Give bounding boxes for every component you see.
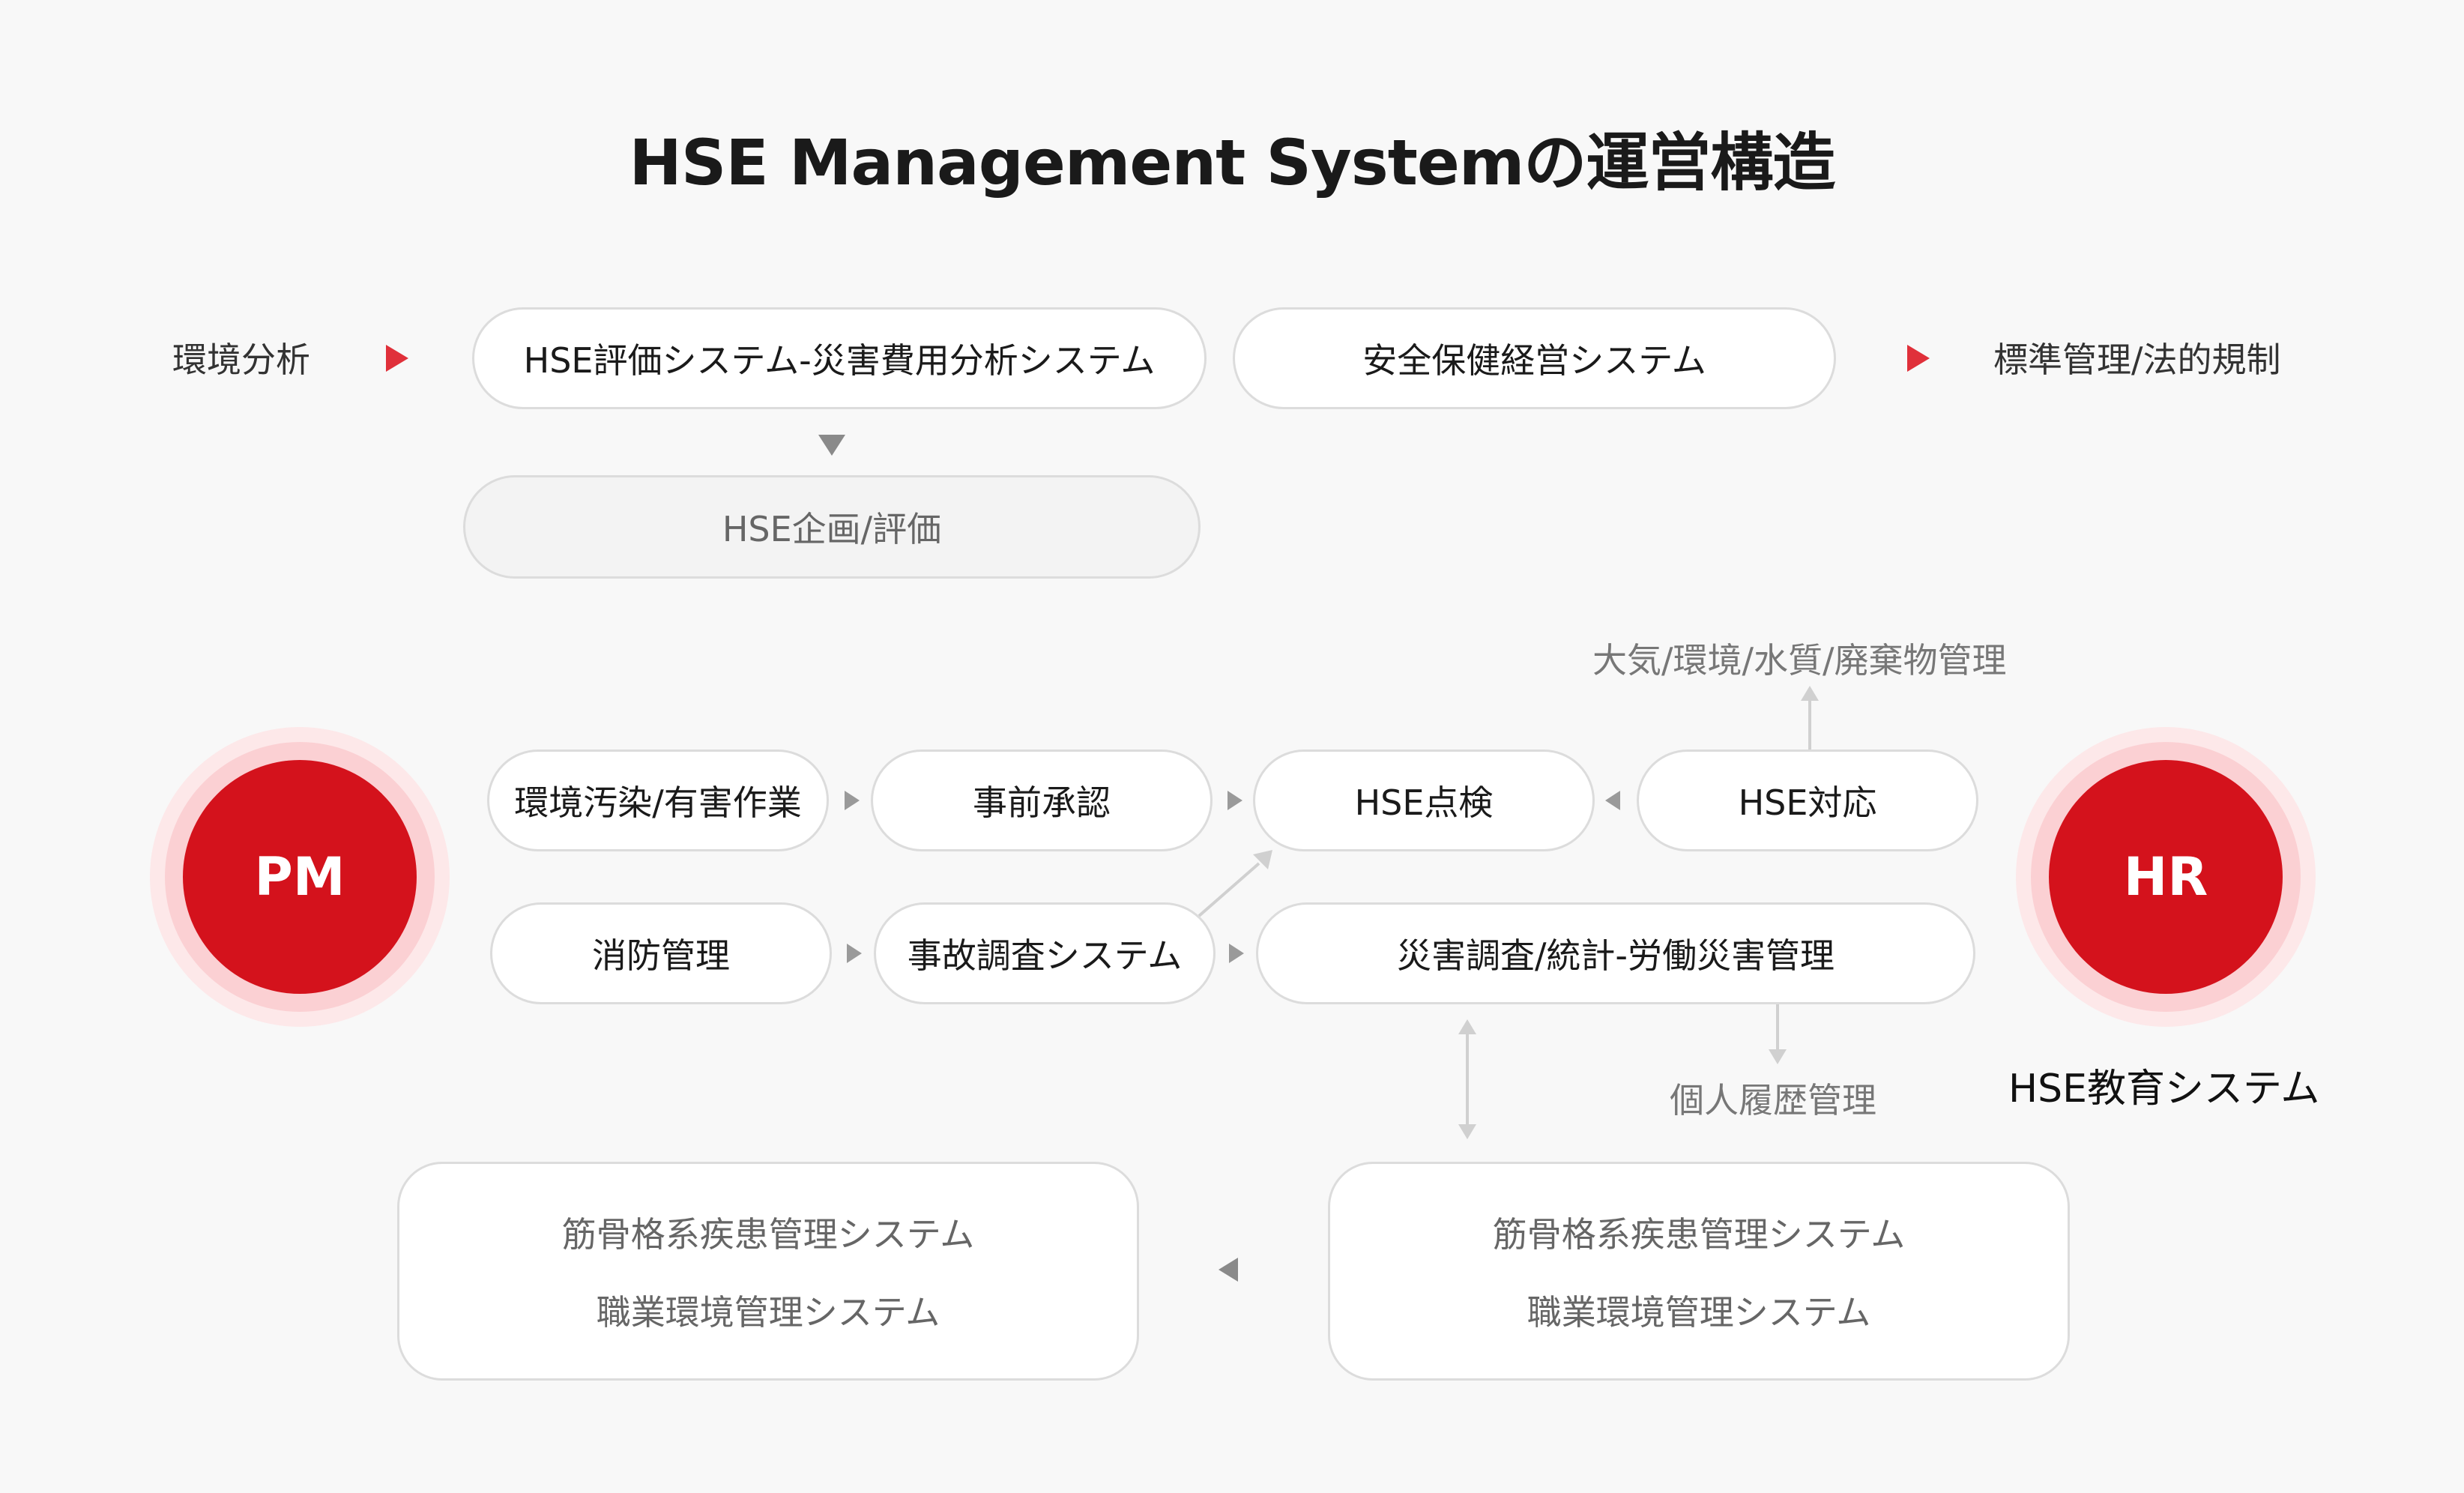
hr-label: HR xyxy=(2123,846,2208,908)
pm-label: PM xyxy=(254,846,345,908)
musculoskeletal-system-label: 筋骨格系疾患管理システム xyxy=(1492,1214,1906,1255)
arrow-left-icon xyxy=(1219,1258,1238,1282)
arrow-left-icon xyxy=(1605,791,1620,810)
pm-circle: PM xyxy=(150,727,450,1027)
hr-circle: HR xyxy=(2016,727,2316,1027)
left-occupational-box[interactable]: 筋骨格系疾患管理システム 職業環境管理システム xyxy=(397,1162,1139,1381)
arrow-right-icon xyxy=(1229,944,1244,963)
arrow-right-icon xyxy=(1228,791,1242,810)
personal-history-label: 個人履歴管理 xyxy=(1670,1080,1876,1120)
hse-education-system-label: HSE教育システム xyxy=(2008,1067,2320,1112)
occupational-environment-label: 職業環境管理システム xyxy=(1527,1292,1871,1333)
prior-approval-pill[interactable]: 事前承認 xyxy=(871,749,1213,851)
right-occupational-box[interactable]: 筋骨格系疾患管理システム 職業環境管理システム xyxy=(1328,1162,2070,1381)
arrow-right-icon xyxy=(845,791,860,810)
musculoskeletal-system-label: 筋骨格系疾患管理システム xyxy=(561,1214,975,1255)
arrow-right-icon xyxy=(847,944,862,963)
air-environment-water-waste-label: 大気/環境/水質/廃棄物管理 xyxy=(1592,640,2007,681)
hse-inspection-pill[interactable]: HSE点検 xyxy=(1253,749,1595,851)
disaster-statistics-pill[interactable]: 災害調査/統計-労働災害管理 xyxy=(1256,902,1975,1004)
environmental-pollution-pill[interactable]: 環境汚染/有害作業 xyxy=(487,749,829,851)
accident-investigation-pill[interactable]: 事故調査システム xyxy=(874,902,1216,1004)
occupational-environment-label: 職業環境管理システム xyxy=(596,1292,940,1333)
fire-management-pill[interactable]: 消防管理 xyxy=(490,902,832,1004)
hse-response-pill[interactable]: HSE対応 xyxy=(1637,749,1978,851)
